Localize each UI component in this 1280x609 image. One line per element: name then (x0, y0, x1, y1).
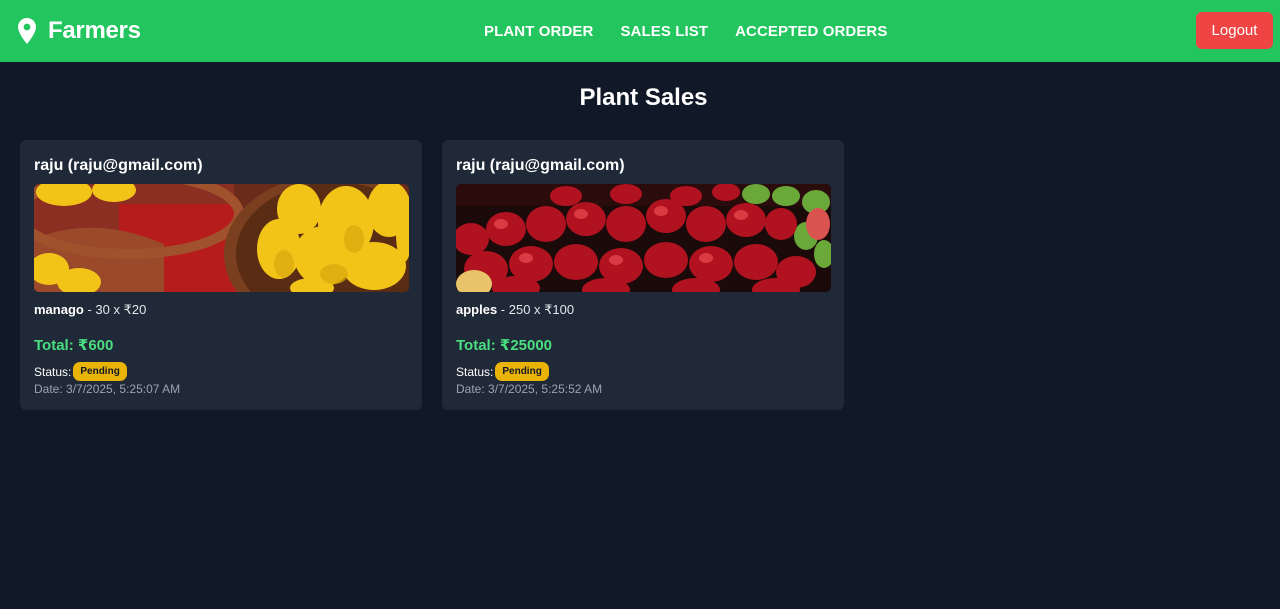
order-total: Total: ₹600 (34, 337, 114, 354)
quantity-price: - 30 x ₹20 (83, 302, 147, 317)
map-pin-icon (18, 18, 36, 44)
order-date: Date: 3/7/2025, 5:25:07 AM (34, 382, 181, 396)
card-user: raju (raju@gmail.com) (456, 157, 625, 174)
status-badge: Pending (73, 362, 127, 381)
order-total: Total: ₹25000 (456, 337, 553, 354)
sale-card: raju (raju@gmail.com) (442, 140, 844, 410)
order-date: Date: 3/7/2025, 5:25:52 AM (456, 382, 603, 396)
status-label: Status: (456, 364, 494, 379)
status-badge: Pending (495, 362, 549, 381)
product-name: apples (456, 302, 498, 317)
product-line: apples - 250 x ₹100 (456, 302, 574, 318)
status-row: Status: Pending (34, 362, 127, 381)
quantity-price: - 250 x ₹100 (497, 302, 575, 317)
product-name: manago (34, 302, 84, 317)
status-label: Status: (34, 364, 72, 379)
product-line: manago - 30 x ₹20 (34, 302, 146, 318)
sale-card: raju (raju@gmail.com) (20, 140, 422, 410)
mango-image (34, 184, 409, 292)
page-title: Plant Sales (579, 84, 708, 111)
nav-links: PLANT ORDER SALES LIST ACCEPTED ORDERS (484, 0, 887, 62)
brand-name: Farmers (48, 17, 141, 44)
nav-link-plant-order[interactable]: PLANT ORDER (484, 23, 593, 40)
brand[interactable]: Farmers (18, 0, 141, 62)
top-navbar: Farmers PLANT ORDER SALES LIST ACCEPTED … (0, 0, 1280, 62)
nav-link-sales-list[interactable]: SALES LIST (620, 23, 708, 40)
logout-button[interactable]: Logout (1196, 12, 1273, 49)
status-row: Status: Pending (456, 362, 549, 381)
product-image (34, 184, 409, 292)
nav-link-accepted-orders[interactable]: ACCEPTED ORDERS (735, 23, 887, 40)
product-image (456, 184, 831, 292)
apples-image (456, 184, 831, 292)
card-user: raju (raju@gmail.com) (34, 157, 203, 174)
